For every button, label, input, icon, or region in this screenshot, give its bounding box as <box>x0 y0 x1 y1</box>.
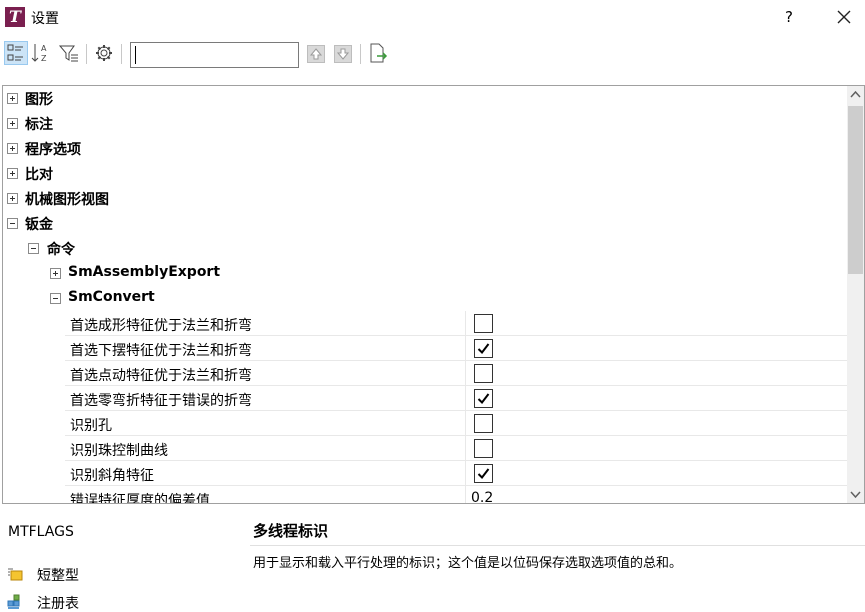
toolbar: A Z <box>0 38 865 72</box>
property-checkbox[interactable] <box>474 314 493 333</box>
gear-icon <box>96 45 112 61</box>
expand-icon[interactable] <box>7 193 18 204</box>
property-name: 首选成形特征优于法兰和折弯 <box>70 318 252 334</box>
text-caret <box>135 46 136 64</box>
vertical-scrollbar[interactable] <box>847 86 864 503</box>
scroll-up-button[interactable] <box>847 86 864 103</box>
short-integer-icon <box>6 566 24 582</box>
expand-icon[interactable] <box>7 168 18 179</box>
move-up-button[interactable] <box>307 45 325 63</box>
setting-title: 多线程标识 <box>253 522 329 540</box>
property-name: 首选下摆特征优于法兰和折弯 <box>70 343 252 359</box>
property-row[interactable]: 识别斜角特征 <box>65 461 848 486</box>
categorized-view-button[interactable] <box>4 41 28 65</box>
settings-button[interactable] <box>92 41 116 65</box>
help-button[interactable]: ? <box>778 6 800 28</box>
collapse-icon[interactable] <box>28 243 39 254</box>
setting-key-name: MTFLAGS <box>8 524 74 540</box>
svg-text:A: A <box>41 44 47 53</box>
property-name: 识别珠控制曲线 <box>70 443 168 459</box>
tree-node-graphics[interactable]: 图形 <box>3 86 848 111</box>
property-checkbox[interactable] <box>474 414 493 433</box>
tree-node-smassemblyexport[interactable]: SmAssemblyExport <box>3 261 848 286</box>
arrow-up-icon <box>309 48 323 60</box>
property-row[interactable]: 首选点动特征优于法兰和折弯 <box>65 361 848 386</box>
property-row[interactable]: 首选零弯折特征于错误的折弯 <box>65 386 848 411</box>
property-row[interactable]: 错误特征厚度的偏差值 0.2 <box>65 486 848 504</box>
export-button[interactable] <box>366 41 390 65</box>
property-checkbox[interactable] <box>474 389 493 408</box>
setting-description: 用于显示和载入平行处理的标识；这个值是以位码保存选取选项值的总和。 <box>253 556 683 571</box>
tree-node-label: 程序选项 <box>25 142 81 158</box>
tree-node-label: SmAssemblyExport <box>68 264 221 280</box>
checkmark-icon <box>477 393 490 405</box>
setting-type-label: 短整型 <box>37 568 79 584</box>
registry-icon <box>6 594 24 610</box>
toolbar-separator <box>360 44 361 64</box>
tree-node-program-options[interactable]: 程序选项 <box>3 136 848 161</box>
filter-icon <box>58 45 78 62</box>
title-bar: T 设置 ? <box>0 0 865 36</box>
property-row[interactable]: 首选成形特征优于法兰和折弯 <box>65 311 848 336</box>
tree-node-label: 图形 <box>25 92 53 108</box>
settings-tree: 图形 标注 程序选项 比对 机械图形视图 钣金 命令 SmAssemblyExp… <box>2 85 865 504</box>
property-checkbox[interactable] <box>474 439 493 458</box>
export-icon <box>370 43 388 63</box>
expand-icon[interactable] <box>7 143 18 154</box>
property-name: 识别斜角特征 <box>70 468 154 484</box>
tree-node-label: 比对 <box>25 167 53 183</box>
tree-node-label: 命令 <box>47 242 75 258</box>
move-down-button[interactable] <box>334 45 352 63</box>
filter-button[interactable] <box>57 41 81 65</box>
divider <box>250 545 865 546</box>
collapse-icon[interactable] <box>7 218 18 229</box>
tree-node-label: 机械图形视图 <box>25 192 109 208</box>
categorized-icon <box>7 44 23 61</box>
collapse-icon[interactable] <box>50 293 61 304</box>
property-name: 错误特征厚度的偏差值 <box>70 493 210 504</box>
chevron-down-icon <box>850 491 861 499</box>
tree-node-annotation[interactable]: 标注 <box>3 111 848 136</box>
tree-node-label: 钣金 <box>25 217 53 233</box>
property-name: 识别孔 <box>70 418 112 434</box>
tree-node-label: SmConvert <box>68 289 155 305</box>
svg-text:Z: Z <box>41 54 47 63</box>
tree-node-compare[interactable]: 比对 <box>3 161 848 186</box>
close-button[interactable] <box>830 4 858 30</box>
tree-node-commands[interactable]: 命令 <box>3 236 848 261</box>
property-checkbox[interactable] <box>474 339 493 358</box>
toolbar-separator <box>121 44 122 64</box>
expand-icon[interactable] <box>7 93 18 104</box>
property-checkbox[interactable] <box>474 464 493 483</box>
property-name: 首选零弯折特征于错误的折弯 <box>70 393 252 409</box>
checkmark-icon <box>477 468 490 480</box>
setting-storage-label: 注册表 <box>37 596 79 612</box>
expand-icon[interactable] <box>50 268 61 279</box>
tree-node-sheet-metal[interactable]: 钣金 <box>3 211 848 236</box>
property-row[interactable]: 识别珠控制曲线 <box>65 436 848 461</box>
toolbar-separator <box>86 44 87 64</box>
search-input[interactable] <box>130 42 299 68</box>
alphabetical-view-button[interactable]: A Z <box>30 41 54 65</box>
scroll-down-button[interactable] <box>847 486 864 503</box>
checkmark-icon <box>477 343 490 355</box>
tree-node-mechanical-views[interactable]: 机械图形视图 <box>3 186 848 211</box>
arrow-down-icon <box>336 48 350 60</box>
property-row[interactable]: 首选下摆特征优于法兰和折弯 <box>65 336 848 361</box>
tree-node-smconvert[interactable]: SmConvert <box>3 286 848 311</box>
expand-icon[interactable] <box>7 118 18 129</box>
property-name: 首选点动特征优于法兰和折弯 <box>70 368 252 384</box>
sort-az-icon: A Z <box>31 44 47 63</box>
scroll-thumb[interactable] <box>848 106 863 274</box>
property-checkbox[interactable] <box>474 364 493 383</box>
tree-node-label: 标注 <box>25 117 53 133</box>
chevron-up-icon <box>850 90 861 98</box>
app-logo-icon: T <box>5 7 25 27</box>
close-icon <box>837 10 851 24</box>
property-value[interactable]: 0.2 <box>471 490 493 503</box>
window-title: 设置 <box>31 11 59 27</box>
property-row[interactable]: 识别孔 <box>65 411 848 436</box>
